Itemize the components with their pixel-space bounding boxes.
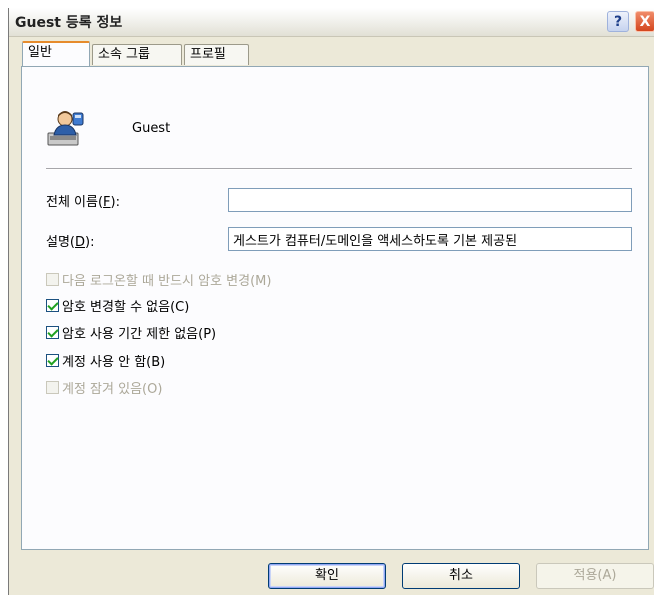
tab-general[interactable]: 일반 xyxy=(22,41,90,66)
checkbox-box[interactable] xyxy=(46,272,59,286)
user-account-icon xyxy=(47,111,84,146)
apply-button[interactable]: 적용(A) xyxy=(536,563,654,589)
user-name: Guest xyxy=(132,121,171,136)
full-name-field[interactable] xyxy=(228,188,632,212)
checkbox-label: 암호 사용 기간 제한 없음(P) xyxy=(62,326,217,342)
description-label: 설명(D): xyxy=(46,235,95,250)
close-button[interactable]: X xyxy=(635,11,654,32)
checkbox-cannot-change-password[interactable]: 암호 변경할 수 없음(C) xyxy=(46,296,190,315)
properties-dialog: Guest 등록 정보 ? X 일반 소속 그룹 프로필 Guest 전체 이름… xyxy=(8,8,654,595)
full-name-label: 전체 이름(F): xyxy=(46,195,120,210)
checkbox-box[interactable] xyxy=(46,353,59,367)
ok-button[interactable]: 확인 xyxy=(268,563,386,589)
checkbox-box[interactable] xyxy=(46,380,59,394)
window-title: Guest 등록 정보 xyxy=(15,15,123,31)
checkbox-account-disabled[interactable]: 계정 사용 안 함(B) xyxy=(46,351,166,370)
checkbox-box[interactable] xyxy=(46,325,59,339)
tab-member-of[interactable]: 소속 그룹 xyxy=(92,44,182,65)
checkbox-password-never-expires[interactable]: 암호 사용 기간 제한 없음(P) xyxy=(46,323,217,342)
checkbox-box[interactable] xyxy=(46,298,59,312)
tab-profile[interactable]: 프로필 xyxy=(184,44,249,65)
cancel-button[interactable]: 취소 xyxy=(402,563,520,589)
checkbox-label: 계정 잠겨 있음(O) xyxy=(62,381,163,397)
checkbox-must-change-password[interactable]: 다음 로그온할 때 반드시 암호 변경(M) xyxy=(46,270,272,289)
description-field[interactable]: 게스트가 컴퓨터/도메인을 액세스하도록 기본 제공된 xyxy=(228,227,632,251)
checkbox-label: 계정 사용 안 함(B) xyxy=(62,354,166,370)
checkbox-account-locked[interactable]: 계정 잠겨 있음(O) xyxy=(46,378,163,397)
help-button[interactable]: ? xyxy=(607,11,629,32)
title-bar[interactable]: Guest 등록 정보 ? X xyxy=(9,8,654,37)
checkbox-label: 다음 로그온할 때 반드시 암호 변경(M) xyxy=(62,273,272,289)
checkbox-label: 암호 변경할 수 없음(C) xyxy=(62,299,190,315)
general-tab-panel: Guest 전체 이름(F): 설명(D): 게스트가 컴퓨터/도메인을 액세스… xyxy=(21,66,649,550)
separator xyxy=(46,168,632,170)
